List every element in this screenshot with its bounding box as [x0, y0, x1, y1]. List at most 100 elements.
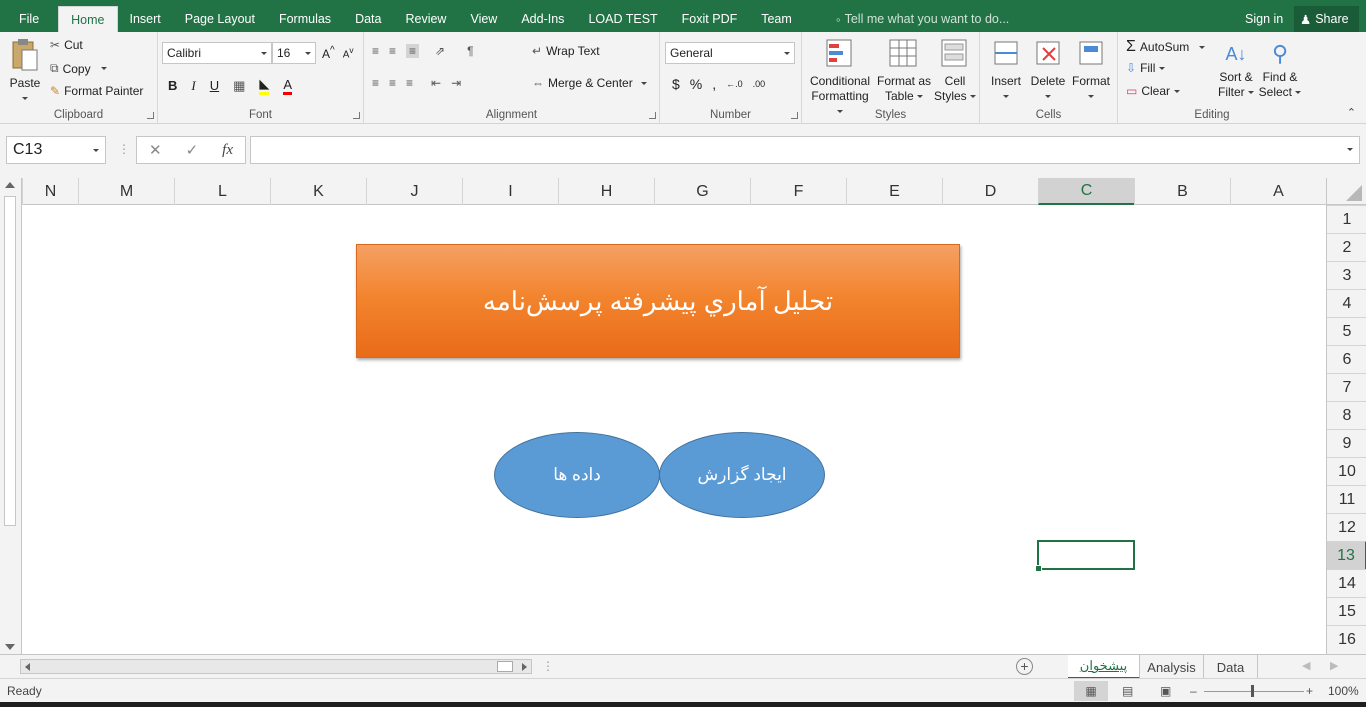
dialog-launcher-icon[interactable]	[791, 112, 798, 119]
title-banner-shape[interactable]: تحليل آماري پيشرفته پرسش‌نامه	[356, 244, 960, 358]
tab-file[interactable]: File	[0, 6, 58, 32]
column-header-g[interactable]: G	[654, 178, 750, 205]
row-header-5[interactable]: 5	[1327, 317, 1366, 345]
orientation-icon[interactable]: ⇗	[435, 44, 445, 58]
row-header-1[interactable]: 1	[1327, 205, 1366, 233]
font-color-icon[interactable]: A	[283, 77, 293, 95]
column-header-a[interactable]: A	[1230, 178, 1326, 205]
cell-styles-button[interactable]: Cell Styles	[932, 38, 978, 104]
report-oval-shape[interactable]: ایجاد گزارش	[659, 432, 825, 518]
decrease-font-icon[interactable]: Av	[343, 45, 354, 60]
column-header-b[interactable]: B	[1134, 178, 1230, 205]
row-header-7[interactable]: 7	[1327, 373, 1366, 401]
italic-button[interactable]: I	[191, 78, 195, 94]
column-header-m[interactable]: M	[78, 178, 174, 205]
conditional-formatting-button[interactable]: Conditional Formatting	[808, 38, 872, 119]
align-left-icon[interactable]: ≡	[372, 76, 379, 90]
paste-button[interactable]: Paste	[6, 38, 44, 106]
row-header-13[interactable]: 13	[1327, 541, 1366, 569]
scroll-down-icon[interactable]	[5, 644, 15, 650]
normal-view-icon[interactable]: ▦	[1074, 681, 1108, 701]
name-box[interactable]: C13	[6, 136, 106, 164]
scroll-thumb[interactable]	[4, 196, 16, 526]
decrease-indent-icon[interactable]: ⇤	[431, 76, 441, 90]
text-direction-icon[interactable]: ¶	[467, 44, 473, 58]
row-header-12[interactable]: 12	[1327, 513, 1366, 541]
tab-team[interactable]: Team	[749, 6, 804, 32]
zoom-in-button[interactable]: +	[1306, 681, 1313, 701]
dialog-launcher-icon[interactable]	[147, 112, 154, 119]
new-sheet-button[interactable]: +	[1016, 658, 1033, 675]
tab-scroll-left-icon[interactable]: ◀	[1302, 659, 1310, 672]
bold-button[interactable]: B	[168, 78, 177, 93]
tab-scroll-right-icon[interactable]: ▶	[1330, 659, 1338, 672]
column-header-e[interactable]: E	[846, 178, 942, 205]
merge-center-button[interactable]: ⇔ Merge & Center	[532, 76, 647, 90]
borders-icon[interactable]: ▦	[233, 78, 245, 94]
row-header-8[interactable]: 8	[1327, 401, 1366, 429]
format-as-table-button[interactable]: Format as Table	[874, 38, 934, 104]
sheet-tab-1[interactable]: پیشخوان	[1068, 655, 1140, 679]
autosum-button[interactable]: Σ AutoSum	[1126, 38, 1206, 56]
row-header-3[interactable]: 3	[1327, 261, 1366, 289]
page-layout-view-icon[interactable]: ▤	[1122, 681, 1133, 701]
column-header-h[interactable]: H	[558, 178, 654, 205]
collapse-ribbon-icon[interactable]: ⌃	[1347, 106, 1356, 119]
number-format-combo[interactable]: General	[665, 42, 795, 64]
share-button[interactable]: ♟ Share	[1294, 6, 1359, 32]
tab-page-layout[interactable]: Page Layout	[173, 6, 267, 32]
sort-filter-button[interactable]: A↓ Sort & Filter	[1214, 38, 1258, 100]
data-oval-shape[interactable]: داده ها	[494, 432, 660, 518]
format-painter-button[interactable]: ✎ Format Painter	[50, 84, 143, 98]
column-header-f[interactable]: F	[750, 178, 846, 205]
font-name-combo[interactable]: Calibri	[162, 42, 272, 64]
tab-review[interactable]: Review	[393, 6, 458, 32]
enter-icon[interactable]: ✓	[186, 141, 199, 159]
column-header-l[interactable]: L	[174, 178, 270, 205]
formula-input[interactable]	[250, 136, 1360, 164]
column-header-n[interactable]: N	[22, 178, 78, 205]
row-header-15[interactable]: 15	[1327, 597, 1366, 625]
scroll-thumb[interactable]	[497, 661, 513, 672]
sheet-tab-2[interactable]: Analysis	[1140, 655, 1204, 679]
sign-in-link[interactable]: Sign in	[1245, 6, 1283, 32]
scroll-right-icon[interactable]	[522, 663, 527, 671]
clear-button[interactable]: ▭ Clear	[1126, 84, 1181, 98]
decrease-decimal-icon[interactable]: .00	[753, 79, 766, 89]
align-middle-icon[interactable]: ≡	[389, 44, 396, 58]
delete-cells-button[interactable]: Delete	[1028, 38, 1068, 104]
vertical-scrollbar[interactable]	[0, 178, 22, 654]
selected-cell[interactable]	[1035, 540, 1135, 572]
increase-decimal-icon[interactable]: ←.0	[726, 79, 743, 89]
currency-button[interactable]: $	[672, 76, 680, 92]
tab-insert[interactable]: Insert	[118, 6, 173, 32]
percent-button[interactable]: %	[690, 76, 702, 92]
dialog-launcher-icon[interactable]	[649, 112, 656, 119]
underline-button[interactable]: U	[210, 78, 219, 93]
insert-cells-button[interactable]: Insert	[986, 38, 1026, 104]
align-bottom-icon[interactable]: ≡	[406, 44, 420, 58]
cancel-icon[interactable]: ✕	[149, 141, 162, 159]
dialog-launcher-icon[interactable]	[353, 112, 360, 119]
row-header-6[interactable]: 6	[1327, 345, 1366, 373]
tab-add-ins[interactable]: Add-Ins	[509, 6, 576, 32]
zoom-slider-thumb[interactable]	[1251, 685, 1254, 697]
fill-button[interactable]: ⇩ Fill	[1126, 61, 1166, 75]
tell-me-box[interactable]: ◦ Tell me what you want to do...	[836, 6, 1009, 32]
select-all-corner[interactable]	[1326, 178, 1366, 205]
row-header-9[interactable]: 9	[1327, 429, 1366, 457]
column-header-d[interactable]: D	[942, 178, 1038, 205]
column-header-j[interactable]: J	[366, 178, 462, 205]
cells-area[interactable]: تحليل آماري پيشرفته پرسش‌نامه داده ها ای…	[22, 206, 1326, 654]
font-size-combo[interactable]: 16	[272, 42, 316, 64]
scroll-left-icon[interactable]	[25, 663, 30, 671]
tab-data[interactable]: Data	[343, 6, 393, 32]
row-header-11[interactable]: 11	[1327, 485, 1366, 513]
comma-button[interactable]: ,	[712, 76, 716, 92]
row-header-2[interactable]: 2	[1327, 233, 1366, 261]
tab-formulas[interactable]: Formulas	[267, 6, 343, 32]
row-header-4[interactable]: 4	[1327, 289, 1366, 317]
tab-split-grip[interactable]: ⋮	[542, 659, 554, 673]
tab-foxit-pdf[interactable]: Foxit PDF	[670, 6, 750, 32]
wrap-text-button[interactable]: ↵ Wrap Text	[532, 44, 600, 58]
